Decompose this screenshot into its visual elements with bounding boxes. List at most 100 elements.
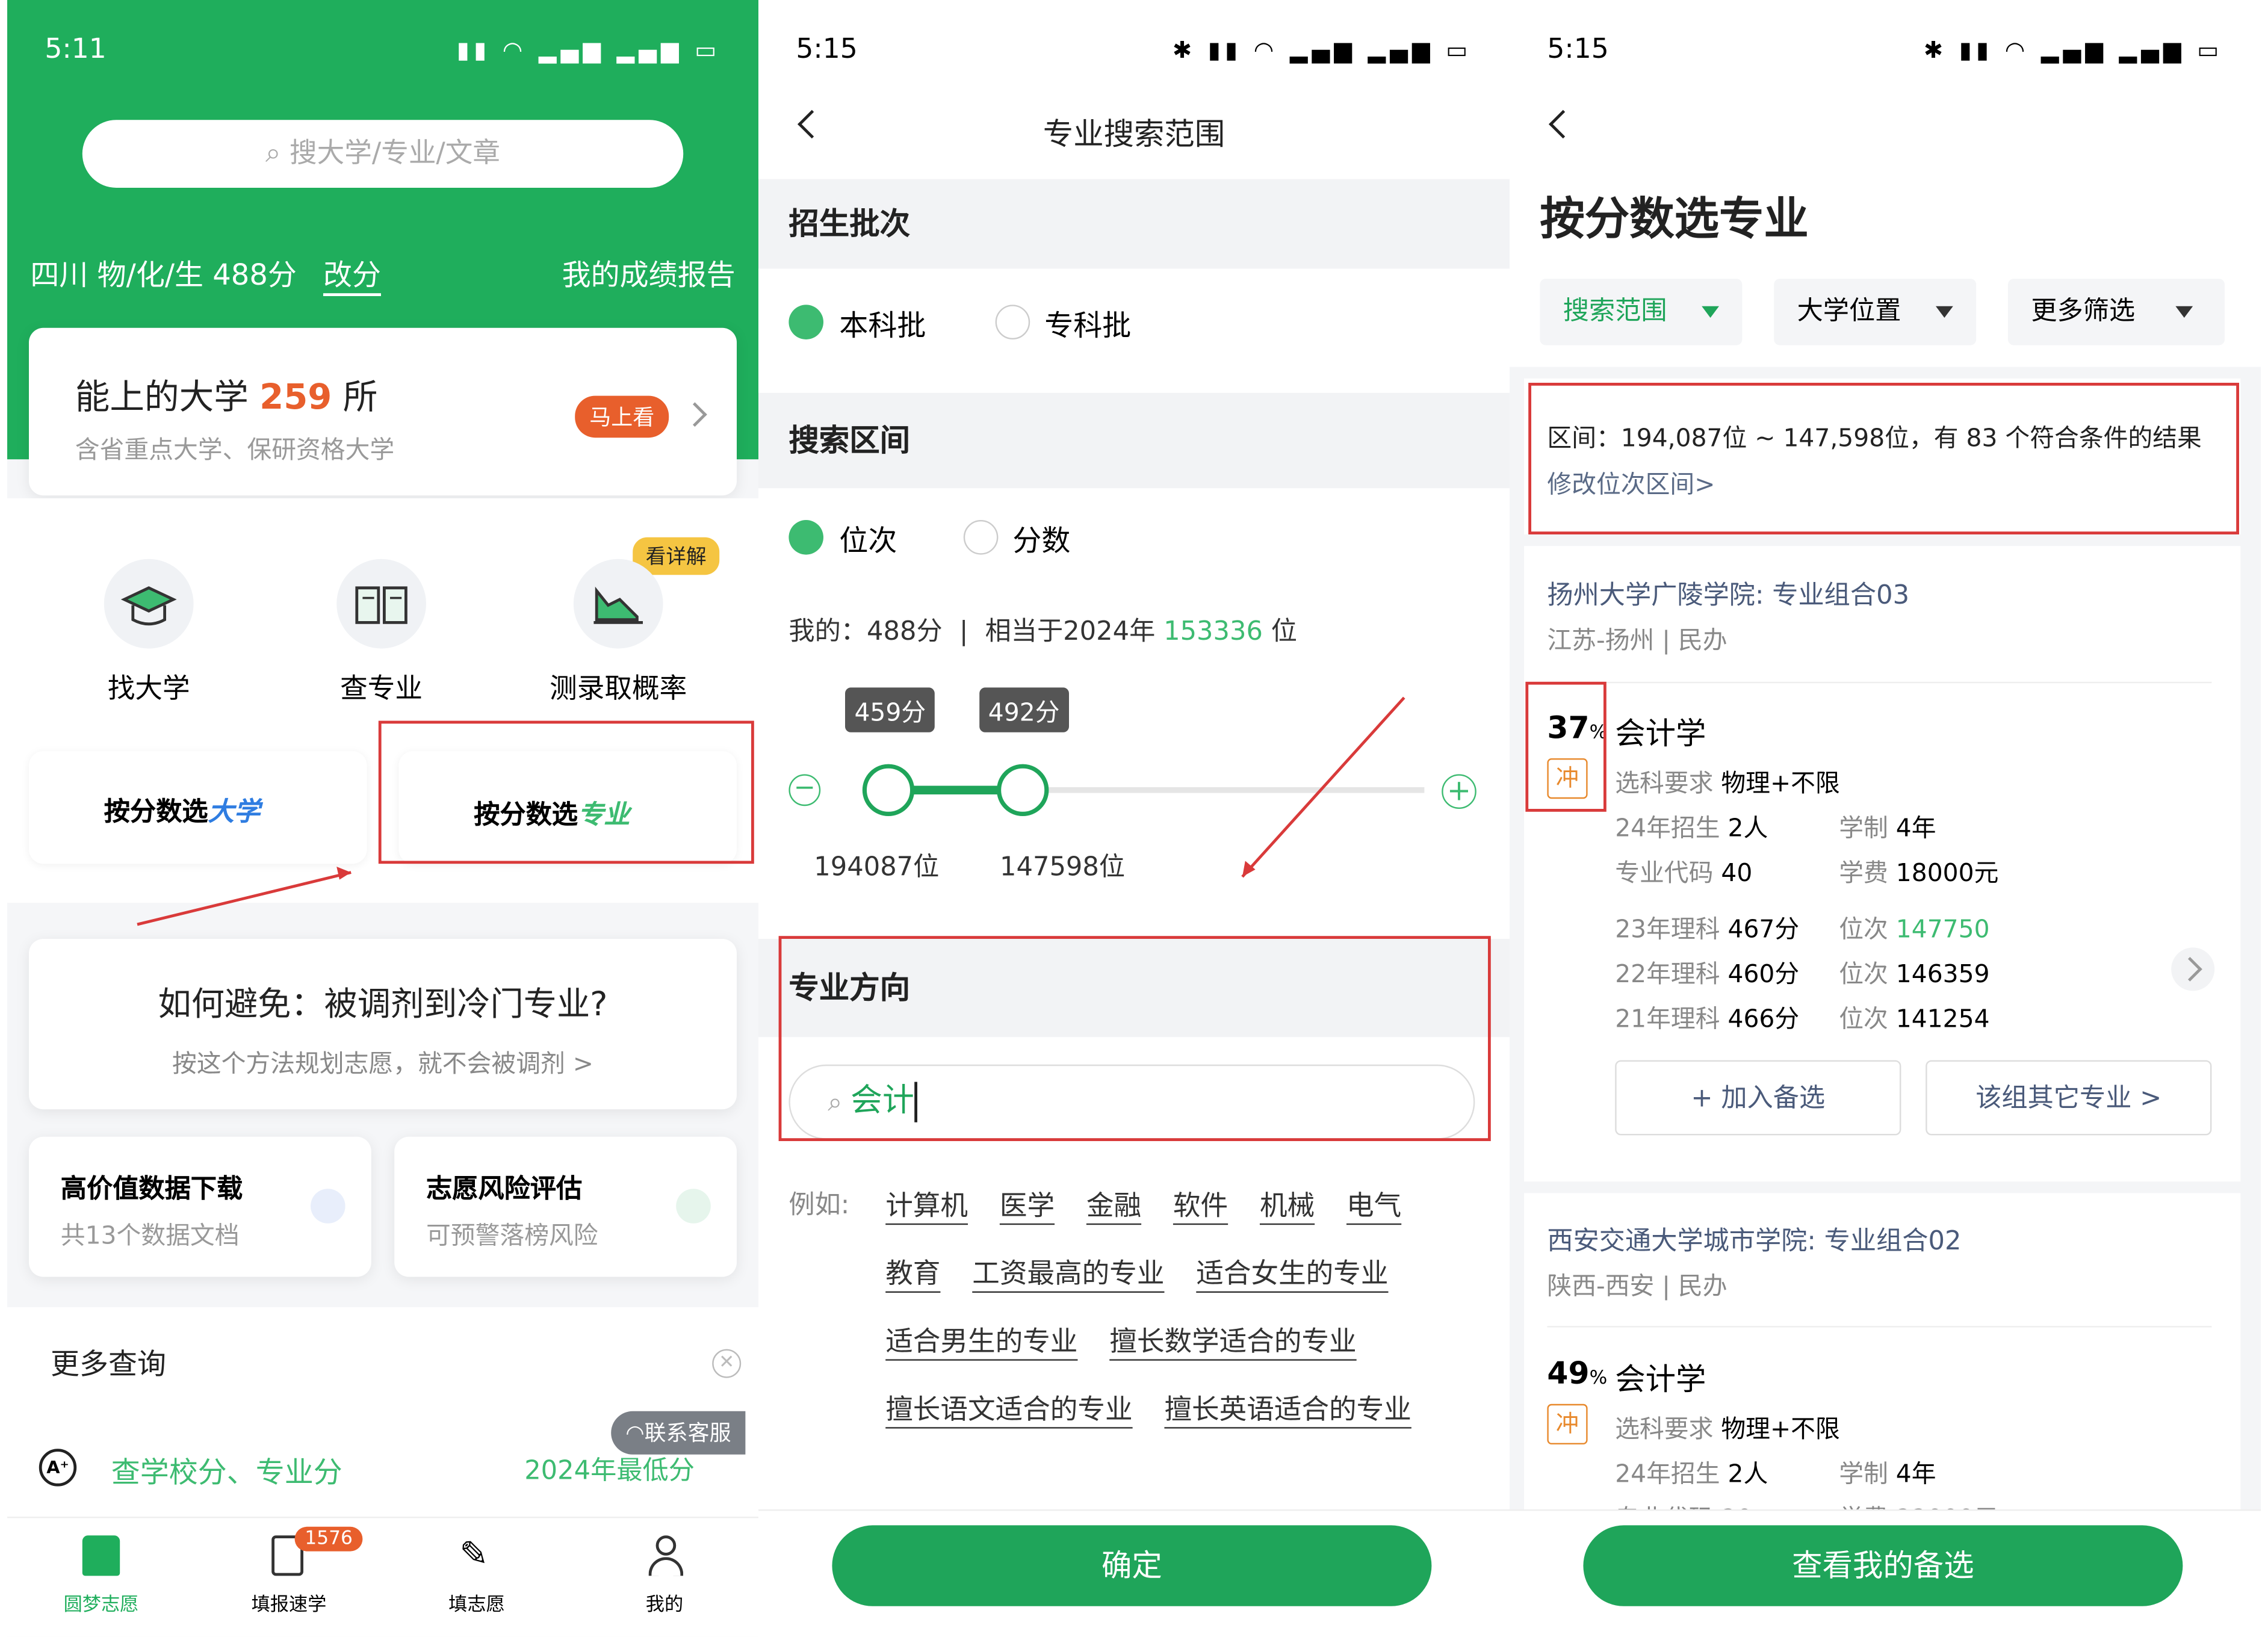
other-majors-button[interactable]: 该组其它专业 >	[1926, 1060, 2212, 1136]
example-tag[interactable]: 医学	[1000, 1190, 1055, 1222]
tag-row: 计算机 医学 金融 软件 机械 电气	[885, 1184, 1433, 1224]
nav-quick-learn[interactable]: 填报速学	[217, 1589, 361, 1617]
query-right[interactable]: 2024年最低分	[524, 1450, 695, 1488]
contact-label: 联系客服	[644, 1420, 731, 1446]
tuition: 学费 18000元	[1839, 852, 1998, 888]
major-name: 会计学	[1615, 1362, 1706, 1397]
close-icon[interactable]: ✕	[712, 1349, 742, 1378]
h2-score: 460分	[1727, 961, 1800, 990]
status-icons: ✱ ▮▮ ◠ ▂▄▆ ▂▄▆ ▭	[1923, 36, 2223, 64]
example-tag[interactable]: 工资最高的专业	[972, 1258, 1164, 1290]
status-bar: 5:15 ✱ ▮▮ ◠ ▂▄▆ ▂▄▆ ▭	[1510, 26, 2261, 75]
a-plus-icon: A⁺	[39, 1449, 77, 1487]
tag-row: 适合男生的专业 擅长数学适合的专业	[885, 1320, 1388, 1360]
enroll-value: 2人	[1727, 1460, 1768, 1490]
annotation-box	[1528, 383, 2240, 535]
tile1-sub: 共13个数据文档	[60, 1222, 240, 1251]
data-download-tile[interactable]: 高价值数据下载 共13个数据文档	[29, 1136, 371, 1277]
example-tag[interactable]: 擅长语文适合的专业	[885, 1394, 1132, 1426]
req-value: 物理+不限	[1721, 770, 1840, 799]
h1-rank-label: 位次	[1839, 915, 1888, 945]
example-label: 例如:	[789, 1190, 850, 1221]
user-icon[interactable]	[648, 1535, 684, 1576]
nav-home[interactable]: 圆梦志愿	[29, 1589, 173, 1617]
fee-label: 学费	[1839, 859, 1888, 888]
req-label: 选科要求	[1615, 1416, 1714, 1444]
example-tag[interactable]: 擅长数学适合的专业	[1109, 1326, 1356, 1358]
dropdown-icon	[1701, 306, 1719, 318]
home-icon[interactable]	[82, 1535, 120, 1576]
enroll-value: 2人	[1727, 814, 1768, 844]
filter2-label: 大学位置	[1797, 296, 1901, 327]
pen-icon[interactable]: ✎	[459, 1534, 488, 1574]
example-tag[interactable]: 计算机	[885, 1190, 968, 1222]
example-tag[interactable]: 机械	[1260, 1190, 1315, 1222]
h1-rank: 147750	[1895, 915, 1990, 945]
example-tag[interactable]: 金融	[1086, 1190, 1141, 1222]
example-tag[interactable]: 教育	[885, 1258, 940, 1290]
fee-value: 18000元	[1895, 859, 1999, 888]
filter-more[interactable]: 更多筛选	[2008, 279, 2225, 345]
history-2023-rank: 位次 147750	[1839, 909, 1989, 945]
risk-eval-tile[interactable]: 志愿风险评估 可预警落榜风险	[394, 1136, 737, 1277]
years-value: 4年	[1895, 814, 1936, 844]
h3-rank-label: 位次	[1839, 1005, 1888, 1035]
filter-search-range[interactable]: 搜索范围	[1540, 279, 1743, 345]
req-label: 选科要求	[1615, 770, 1714, 799]
code-value: 40	[1721, 859, 1753, 888]
add-to-list-button[interactable]: + 加入备选	[1615, 1060, 1901, 1136]
h2-rank: 146359	[1895, 961, 1990, 990]
h1-label: 23年理科	[1615, 915, 1720, 945]
more-query-title: 更多查询	[51, 1346, 166, 1381]
tile1-title: 高价值数据下载	[60, 1174, 243, 1205]
confirm-button[interactable]: 确定	[832, 1525, 1432, 1606]
prob-unit: %	[1589, 1367, 1608, 1390]
school-location: 江苏-扬州 | 民办	[1547, 627, 1727, 656]
enrollment: 24年招生 2人	[1615, 808, 1768, 844]
years-label: 学制	[1839, 1460, 1888, 1490]
view-my-list-button[interactable]: 查看我的备选	[1583, 1525, 2183, 1606]
example-tag[interactable]: 电气	[1346, 1190, 1401, 1222]
divider	[1547, 681, 2212, 684]
school-name[interactable]: 西安交通大学城市学院: 专业组合02	[1547, 1221, 1961, 1258]
annotation-arrow	[1241, 696, 1405, 878]
screen-home: 5:11 ▮▮ ◠ ▂▄▆ ▂▄▆ ▭ ⌕ 搜大学/专业/文章 四川 物/化/生…	[7, 0, 758, 1637]
years-label: 学制	[1839, 814, 1888, 844]
nav-me[interactable]: 我的	[592, 1589, 737, 1617]
dropdown-icon	[1935, 306, 1953, 318]
dropdown-icon	[2175, 306, 2193, 318]
tag-row: 擅长语文适合的专业 擅长英语适合的专业	[885, 1388, 1443, 1427]
example-tag[interactable]: 适合女生的专业	[1196, 1258, 1388, 1290]
bottom-nav	[7, 1517, 758, 1637]
years-value: 4年	[1895, 1460, 1936, 1490]
h2-label: 22年理科	[1615, 961, 1720, 990]
filter-location[interactable]: 大学位置	[1774, 279, 1977, 345]
school-name[interactable]: 扬州大学广陵学院: 专业组合03	[1547, 575, 1909, 612]
subject-req: 选科要求 物理+不限	[1615, 1408, 1840, 1444]
h3-label: 21年理科	[1615, 1005, 1720, 1035]
enroll-label: 24年招生	[1615, 1460, 1720, 1490]
prob-value: 49	[1547, 1356, 1590, 1391]
example-tag[interactable]: 擅长英语适合的专业	[1164, 1394, 1411, 1426]
example-tag[interactable]: 软件	[1173, 1190, 1228, 1222]
risk-badge: 冲	[1547, 1403, 1588, 1444]
example-tag[interactable]: 适合男生的专业	[885, 1326, 1077, 1358]
h2-rank-label: 位次	[1839, 961, 1888, 990]
headset-icon: ◠	[625, 1420, 645, 1446]
enroll-label: 24年招生	[1615, 814, 1720, 844]
history-2021-rank: 位次 141254	[1839, 998, 1989, 1034]
chevron-right-icon[interactable]	[2171, 947, 2215, 991]
back-icon[interactable]	[1549, 110, 1578, 139]
history-2023: 23年理科 467分	[1615, 909, 1799, 945]
major-name: 会计学	[1615, 716, 1706, 751]
h1-score: 467分	[1727, 915, 1800, 945]
study-years: 学制 4年	[1839, 1453, 1936, 1489]
article-sub: 按这个方法规划志愿，就不会被调剂 >	[172, 1050, 593, 1079]
contact-service-button[interactable]: ◠联系客服	[611, 1411, 746, 1455]
study-years: 学制 4年	[1839, 808, 1936, 844]
divider	[1547, 1326, 2212, 1328]
query-link[interactable]: 查学校分、专业分	[111, 1449, 342, 1491]
h3-score: 466分	[1727, 1005, 1800, 1035]
h3-rank: 141254	[1895, 1005, 1990, 1035]
nav-fill[interactable]: 填志愿	[404, 1589, 549, 1617]
